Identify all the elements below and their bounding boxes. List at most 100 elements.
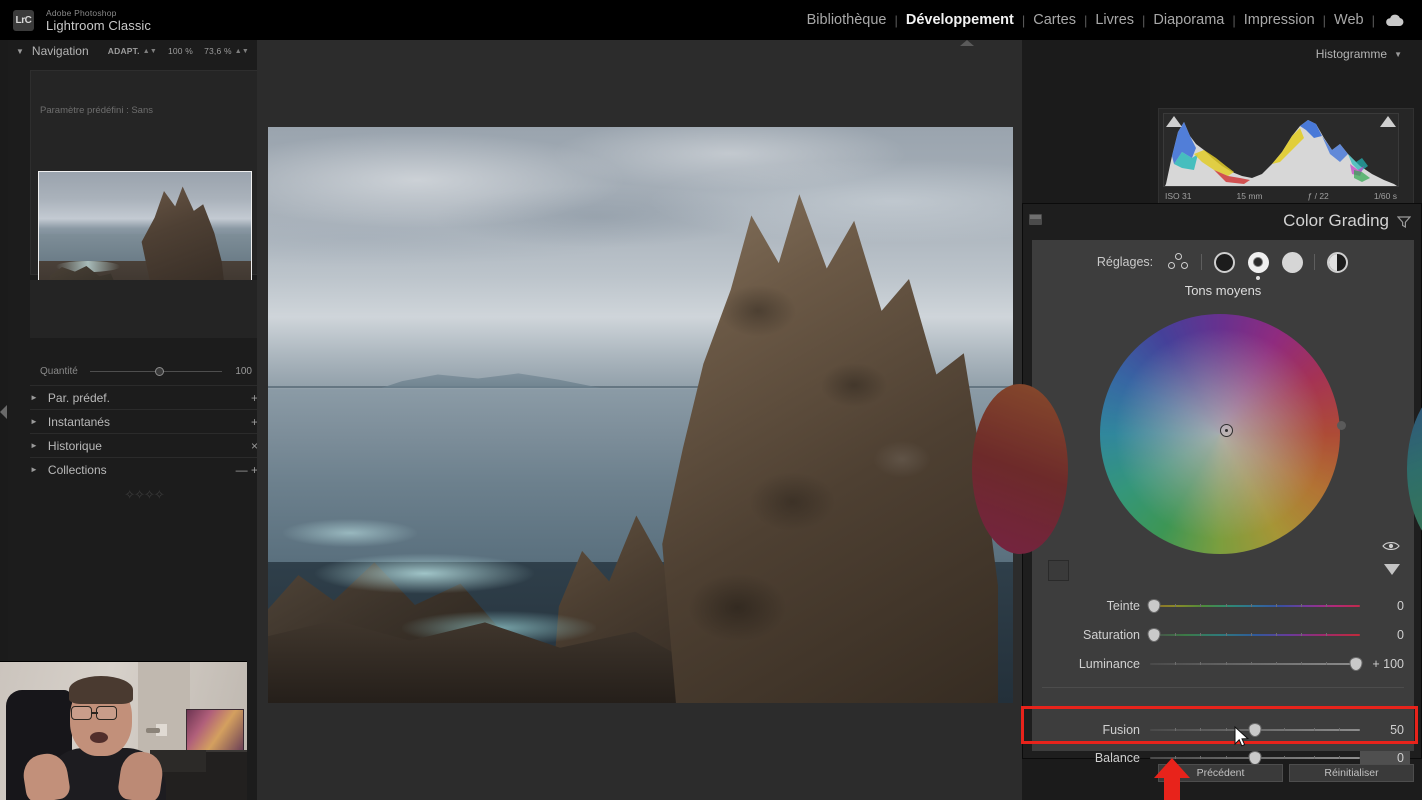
webcam-wall-art: [186, 709, 244, 752]
panel-historique[interactable]: ► Historique ×: [30, 433, 258, 457]
module-web[interactable]: Web: [1326, 12, 1372, 28]
mouse-cursor: [1234, 725, 1250, 753]
slider-value: 0: [1397, 599, 1404, 613]
color-grading-title: Color Grading: [1283, 211, 1389, 230]
module-cartes[interactable]: Cartes: [1025, 12, 1084, 28]
exif-aperture: ƒ / 22: [1307, 191, 1329, 201]
zoom-custom-label: 73,6 %: [204, 46, 232, 56]
stepper-icon: ▲▼: [142, 47, 157, 55]
slider-teinte[interactable]: Teinte 0: [1032, 595, 1414, 617]
histogram-panel-header[interactable]: Histogramme ▼: [1316, 47, 1410, 61]
exif-shutter: 1/60 s: [1373, 191, 1397, 201]
webcam-presenter-hair: [69, 676, 133, 704]
shadow-clipping-icon[interactable]: [1166, 116, 1182, 127]
slider-luminance[interactable]: Luminance + 100: [1032, 653, 1414, 675]
histogram-chart[interactable]: [1163, 113, 1399, 187]
amount-slider-track[interactable]: [90, 366, 222, 376]
highlights-glyph: [1281, 251, 1303, 273]
global-glyph: [1326, 251, 1348, 273]
slider-track[interactable]: [1150, 723, 1360, 737]
photo-foam-3: [282, 518, 417, 548]
panel-label: Collections: [47, 462, 107, 477]
zoom-custom[interactable]: 73,6 % ▲▼: [204, 46, 249, 56]
highlights-wheel-partial[interactable]: [1407, 384, 1422, 554]
zoom-fit-label: ADAPT.: [107, 46, 140, 56]
module-bibliotheque[interactable]: Bibliothèque: [799, 12, 895, 28]
midtones-icon[interactable]: [1246, 250, 1270, 280]
top-panel-toggle-icon[interactable]: [960, 40, 974, 46]
navigation-panel-header[interactable]: ▼ Navigation ADAPT. ▲▼ 100 % 73,6 % ▲▼: [8, 40, 257, 62]
image-stage: [257, 40, 1022, 800]
slider-track[interactable]: [1150, 657, 1363, 671]
shadows-wheel-partial[interactable]: [972, 384, 1068, 554]
module-diaporama[interactable]: Diaporama: [1145, 12, 1232, 28]
panel-drag-icon[interactable]: [1029, 214, 1042, 225]
histogram-box: ISO 31 15 mm ƒ / 22 1/60 s Photo d'origi…: [1158, 108, 1414, 218]
module-developpement[interactable]: Développement: [898, 12, 1022, 28]
exif-focal: 15 mm: [1236, 191, 1263, 201]
slider-label: Saturation: [1083, 628, 1140, 642]
color-swatch[interactable]: [1048, 560, 1069, 581]
highlights-icon[interactable]: [1280, 250, 1304, 274]
caret-down-icon[interactable]: [1384, 564, 1400, 575]
module-picker: Bibliothèque | Développement | Cartes | …: [799, 0, 1412, 40]
chevron-down-icon: ▼: [1394, 49, 1402, 59]
webcam-door-handle: [146, 728, 160, 733]
slider-label: Fusion: [1102, 723, 1140, 737]
cloud-icon[interactable]: [1375, 14, 1412, 27]
module-impression[interactable]: Impression: [1236, 12, 1323, 28]
zoom-fit[interactable]: ADAPT. ▲▼: [108, 46, 157, 56]
panel-par-predef[interactable]: ► Par. prédef. +: [30, 385, 258, 409]
amount-slider-knob[interactable]: [154, 366, 164, 376]
track-ticks: [1150, 632, 1360, 638]
zoom-100-label: 100 %: [167, 46, 194, 56]
slider-label: Luminance: [1078, 657, 1140, 671]
slider-value: 50: [1390, 723, 1404, 737]
slider-knob[interactable]: [1248, 723, 1262, 737]
left-panel-collapse-icon[interactable]: [0, 405, 7, 419]
slider-label: Balance: [1094, 751, 1140, 765]
panel-ornament: ✧✧✧✧: [124, 487, 165, 502]
section-divider: [1042, 687, 1404, 688]
zoom-100[interactable]: 100 %: [168, 46, 193, 56]
midtones-color-wheel[interactable]: [1100, 314, 1340, 554]
slider-track[interactable]: [1147, 599, 1360, 613]
slider-saturation[interactable]: Saturation 0: [1032, 624, 1414, 646]
chevron-right-icon: ►: [30, 465, 38, 474]
slider-knob[interactable]: [1147, 628, 1161, 642]
highlight-clipping-icon[interactable]: [1380, 116, 1396, 127]
panel-label: Instantanés: [47, 414, 110, 429]
amount-value: 100: [235, 365, 252, 377]
main-photo[interactable]: [268, 127, 1013, 703]
luminance-handle[interactable]: [1337, 421, 1346, 430]
slider-knob[interactable]: [1147, 599, 1161, 613]
panel-instantanes[interactable]: ► Instantanés +: [30, 409, 258, 433]
eye-icon[interactable]: [1382, 539, 1400, 557]
mode-divider: [1201, 254, 1203, 270]
shadows-icon[interactable]: [1212, 250, 1236, 274]
slider-track[interactable]: [1147, 628, 1360, 642]
navigator-preview[interactable]: [30, 70, 258, 296]
chevron-down-icon: ▼: [16, 46, 24, 56]
global-icon[interactable]: [1325, 250, 1349, 274]
histogram-title: Histogramme: [1315, 47, 1388, 61]
color-grading-titlebar[interactable]: Color Grading: [1023, 204, 1421, 240]
track-ticks: [1150, 661, 1360, 667]
webcam-presenter-mouth: [90, 732, 108, 743]
navigation-title: Navigation: [31, 44, 89, 58]
photo-foam-1: [312, 553, 537, 594]
panel-actions[interactable]: — +: [236, 463, 258, 477]
color-wheel-area: [972, 304, 1422, 564]
reset-button[interactable]: Réinitialiser: [1289, 764, 1414, 782]
slider-fusion[interactable]: Fusion 50: [1032, 719, 1414, 741]
panel-label: Par. prédef.: [47, 390, 110, 405]
app-brand: Adobe Photoshop Lightroom Classic: [46, 8, 151, 34]
three-way-icon[interactable]: [1167, 250, 1191, 274]
color-wheel-puck[interactable]: [1220, 424, 1233, 437]
track-ticks: [1150, 603, 1360, 609]
panel-collections[interactable]: ► Collections — +: [30, 457, 258, 481]
funnel-icon[interactable]: [1396, 215, 1412, 234]
navigator-thumbnail: [38, 171, 252, 296]
amount-slider-row[interactable]: Quantité 100: [30, 363, 258, 379]
module-livres[interactable]: Livres: [1087, 12, 1142, 28]
